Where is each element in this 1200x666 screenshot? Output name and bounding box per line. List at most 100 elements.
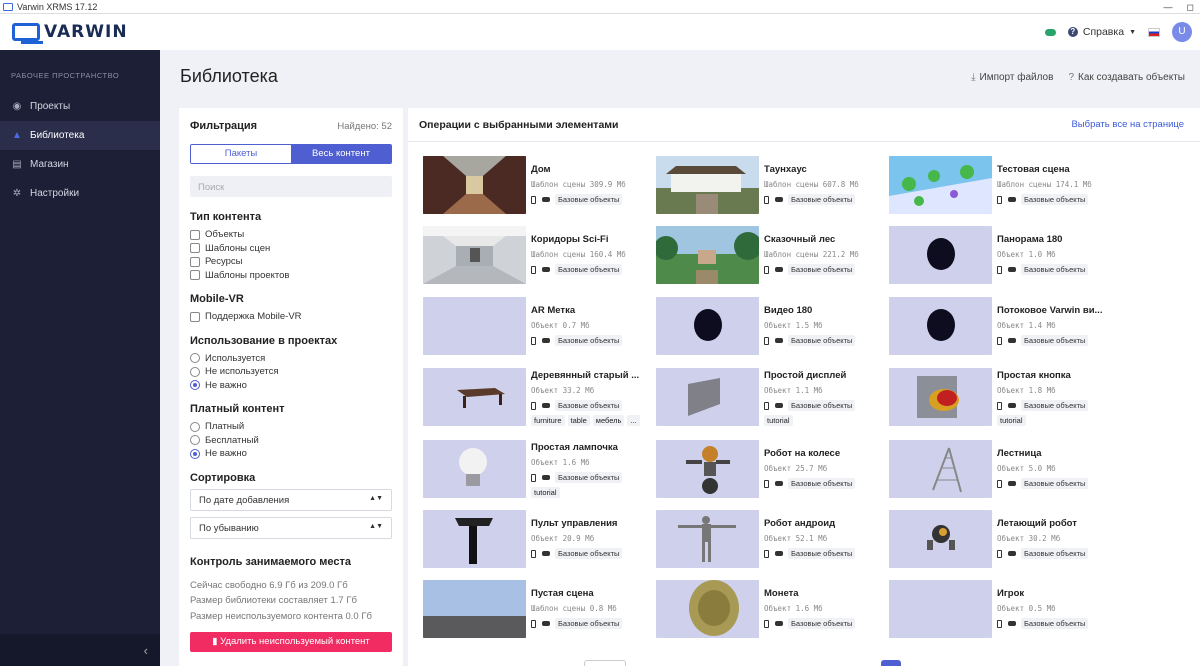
card-title[interactable]: Простая кнопка bbox=[997, 370, 1112, 381]
import-files-link[interactable]: ⤓ Импорт файлов bbox=[971, 72, 1053, 83]
library-card[interactable]: Игрок Объект 0.5 Мб Базовые объекты bbox=[889, 580, 1114, 640]
card-title[interactable]: Потоковое Varwin ви... bbox=[997, 305, 1112, 316]
card-thumbnail[interactable] bbox=[656, 297, 759, 355]
card-thumbnail[interactable] bbox=[889, 440, 992, 498]
card-title[interactable]: Панорама 180 bbox=[997, 234, 1112, 245]
card-title[interactable]: Пульт управления bbox=[531, 518, 646, 529]
card-title[interactable]: Игрок bbox=[997, 588, 1112, 599]
sidebar-item-library[interactable]: ▲ Библиотека bbox=[0, 121, 160, 150]
checkbox-resources[interactable]: Ресурсы bbox=[190, 255, 392, 269]
card-thumbnail[interactable] bbox=[423, 368, 526, 426]
card-thumbnail[interactable] bbox=[423, 440, 526, 498]
library-card[interactable]: Робот на колесе Объект 25.7 Мб Базовые объ… bbox=[656, 440, 881, 500]
radio-any-paid[interactable]: Не важно bbox=[190, 447, 392, 461]
card-title[interactable]: Робот на колесе bbox=[764, 448, 879, 459]
radio[interactable] bbox=[190, 435, 200, 446]
card-thumbnail[interactable] bbox=[889, 226, 992, 284]
card-tag[interactable]: tutorial bbox=[764, 415, 793, 426]
checkbox-scene-templates[interactable]: Шаблоны сцен bbox=[190, 242, 392, 256]
card-thumbnail[interactable] bbox=[656, 156, 759, 214]
library-card[interactable]: Деревянный старый ... Объект 33.2 Мб Базов… bbox=[423, 368, 648, 428]
card-title[interactable]: Таунхаус bbox=[764, 164, 879, 175]
help-menu[interactable]: ? Справка ▼ bbox=[1067, 26, 1136, 38]
sort-order-select[interactable]: По убыванию ▲▼ bbox=[190, 516, 392, 539]
card-thumbnail[interactable] bbox=[889, 368, 992, 426]
minimize-button[interactable]: — bbox=[1164, 2, 1173, 12]
library-card[interactable]: Лестница Объект 5.0 Мб Базовые объекты bbox=[889, 440, 1114, 500]
avatar[interactable]: U bbox=[1172, 22, 1192, 42]
radio-selected[interactable] bbox=[190, 448, 200, 459]
library-card[interactable]: Летающий робот Объект 30.2 Мб Базовые объе… bbox=[889, 510, 1114, 570]
sidebar-collapse-button[interactable]: ‹ bbox=[0, 634, 160, 666]
checkbox[interactable] bbox=[190, 243, 200, 254]
library-card[interactable]: Простой дисплей Объект 1.1 Мб Базовые объе… bbox=[656, 368, 881, 428]
pagination-button[interactable] bbox=[584, 660, 626, 666]
how-to-link[interactable]: ? Как создавать объекты bbox=[1068, 72, 1185, 83]
sort-by-select[interactable]: По дате добавления ▲▼ bbox=[190, 488, 392, 511]
radio-any-usage[interactable]: Не важно bbox=[190, 379, 392, 393]
card-title[interactable]: Пустая сцена bbox=[531, 588, 646, 599]
card-thumbnail[interactable] bbox=[656, 226, 759, 284]
library-card[interactable]: Панорама 180 Объект 1.0 Мб Базовые объекты bbox=[889, 226, 1114, 286]
card-tag[interactable]: мебель bbox=[592, 415, 625, 426]
card-thumbnail[interactable] bbox=[656, 580, 759, 638]
radio-used[interactable]: Используется bbox=[190, 352, 392, 366]
checkbox-objects[interactable]: Объекты bbox=[190, 228, 392, 242]
card-title[interactable]: Тестовая сцена bbox=[997, 164, 1112, 175]
card-title[interactable]: AR Метка bbox=[531, 305, 646, 316]
card-tag[interactable]: ... bbox=[627, 415, 640, 426]
card-thumbnail[interactable] bbox=[656, 368, 759, 426]
card-title[interactable]: Дом bbox=[531, 164, 646, 175]
tab-packages[interactable]: Пакеты bbox=[191, 145, 291, 163]
library-card[interactable]: Коридоры Sci-Fi Шаблон сцены 160.4 Мб Базо… bbox=[423, 226, 648, 286]
library-card[interactable]: Сказочный лес Шаблон сцены 221.2 Мб Базовы… bbox=[656, 226, 881, 286]
select-all-link[interactable]: Выбрать все на странице bbox=[1071, 119, 1184, 130]
card-thumbnail[interactable] bbox=[889, 580, 992, 638]
library-card[interactable]: Простая кнопка Объект 1.8 Мб Базовые объек… bbox=[889, 368, 1114, 428]
card-title[interactable]: Летающий робот bbox=[997, 518, 1112, 529]
card-title[interactable]: Лестница bbox=[997, 448, 1112, 459]
library-card[interactable]: Робот андроид Объект 52.1 Мб Базовые объек… bbox=[656, 510, 881, 570]
card-title[interactable]: Простая лампочка bbox=[531, 442, 646, 453]
checkbox-mobile-vr[interactable]: Поддержка Mobile-VR bbox=[190, 310, 392, 324]
radio-paid[interactable]: Платный bbox=[190, 420, 392, 434]
library-card[interactable]: Простая лампочка Объект 1.6 Мб Базовые объ… bbox=[423, 440, 648, 500]
search-input[interactable]: Поиск bbox=[190, 176, 392, 197]
checkbox-project-templates[interactable]: Шаблоны проектов bbox=[190, 269, 392, 283]
card-title[interactable]: Коридоры Sci-Fi bbox=[531, 234, 646, 245]
maximize-button[interactable]: ◻ bbox=[1187, 2, 1194, 13]
sidebar-item-settings[interactable]: ✲ Настройки bbox=[0, 179, 160, 208]
library-card[interactable]: Потоковое Varwin ви... Объект 1.4 Мб Базов… bbox=[889, 297, 1114, 357]
radio[interactable] bbox=[190, 366, 200, 377]
checkbox[interactable] bbox=[190, 229, 200, 240]
library-card[interactable]: Таунхаус Шаблон сцены 607.8 Мб Базовые объ… bbox=[656, 156, 881, 216]
card-thumbnail[interactable] bbox=[889, 156, 992, 214]
card-title[interactable]: Монета bbox=[764, 588, 879, 599]
checkbox[interactable] bbox=[190, 270, 200, 281]
library-card[interactable]: Пустая сцена Шаблон сцены 0.8 Мб Базовые о… bbox=[423, 580, 648, 640]
card-thumbnail[interactable] bbox=[423, 510, 526, 568]
sidebar-item-store[interactable]: ▤ Магазин bbox=[0, 150, 160, 179]
library-card[interactable]: Дом Шаблон сцены 309.9 Мб Базовые объекты bbox=[423, 156, 648, 216]
card-tag[interactable]: tutorial bbox=[531, 487, 560, 498]
card-title[interactable]: Деревянный старый ... bbox=[531, 370, 646, 381]
card-thumbnail[interactable] bbox=[423, 580, 526, 638]
radio[interactable] bbox=[190, 353, 200, 364]
card-thumbnail[interactable] bbox=[889, 510, 992, 568]
radio-selected[interactable] bbox=[190, 380, 200, 391]
card-title[interactable]: Сказочный лес bbox=[764, 234, 879, 245]
radio-not-used[interactable]: Не используется bbox=[190, 365, 392, 379]
card-tag[interactable]: tutorial bbox=[997, 415, 1026, 426]
pagination-active[interactable] bbox=[881, 660, 901, 666]
radio[interactable] bbox=[190, 421, 200, 432]
card-thumbnail[interactable] bbox=[423, 226, 526, 284]
library-card[interactable]: Видео 180 Объект 1.5 Мб Базовые объекты bbox=[656, 297, 881, 357]
card-thumbnail[interactable] bbox=[423, 297, 526, 355]
logo[interactable]: VARWIN bbox=[12, 22, 128, 44]
cloud-status-icon[interactable] bbox=[1044, 28, 1056, 36]
card-title[interactable]: Простой дисплей bbox=[764, 370, 879, 381]
card-thumbnail[interactable] bbox=[889, 297, 992, 355]
card-thumbnail[interactable] bbox=[656, 510, 759, 568]
delete-unused-button[interactable]: ▮ Удалить неиспользуемый контент bbox=[190, 632, 392, 652]
card-tag[interactable]: furniture bbox=[531, 415, 565, 426]
